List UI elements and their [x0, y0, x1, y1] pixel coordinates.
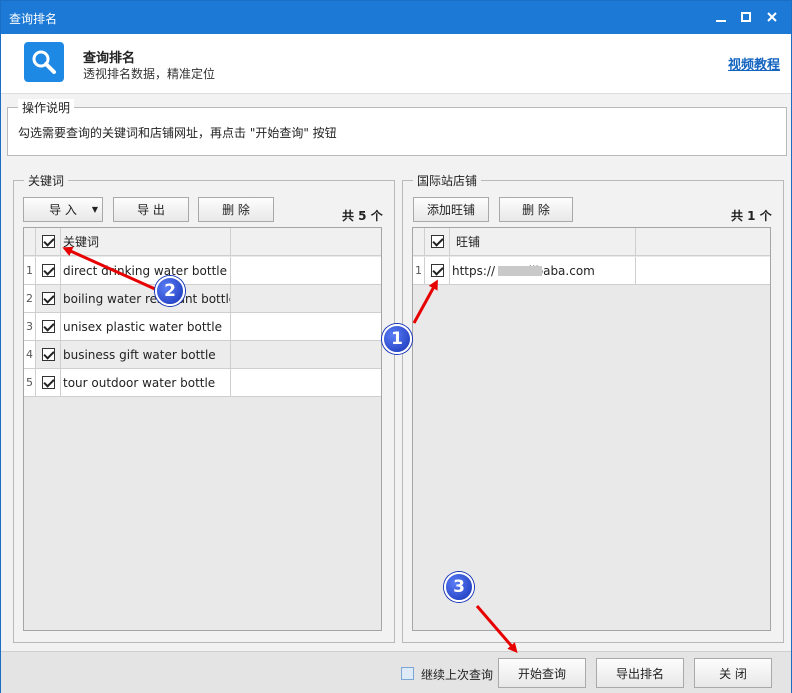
step-marker-3: 3 [444, 572, 474, 602]
row-checkbox[interactable] [425, 257, 450, 284]
export-keywords-button[interactable]: 导 出 [113, 197, 189, 222]
page-title: 查询排名 [83, 51, 136, 66]
redacted-mask [498, 266, 542, 276]
row-checkbox[interactable] [36, 369, 61, 396]
add-store-button[interactable]: 添加旺铺 [413, 197, 489, 222]
store-url-cell: https:// .en.alibaba.com [450, 257, 636, 284]
instructions-legend: 操作说明 [18, 99, 75, 116]
chevron-down-icon: ▼ [91, 205, 98, 214]
keywords-count: 共 5 个 [342, 209, 383, 223]
import-dropdown-button[interactable]: 导 入 ▼ [23, 197, 103, 222]
instructions-box: 操作说明 勾选需要查询的关键词和店铺网址，再点击 "开始查询" 按钮 [7, 99, 787, 156]
keyword-cell: tour outdoor water bottle [61, 369, 231, 396]
keywords-table[interactable]: 关键词 1 direct drinking water bottle 2 boi… [23, 227, 382, 631]
stores-table[interactable]: 旺铺 1 https:// .en.alibaba.com [412, 227, 771, 631]
close-icon[interactable] [764, 9, 780, 25]
row-checkbox[interactable] [36, 313, 61, 340]
step-marker-2: 2 [155, 276, 185, 306]
delete-keywords-button[interactable]: 删 除 [198, 197, 274, 222]
stores-legend: 国际站店铺 [413, 172, 482, 189]
table-header: 关键词 [24, 228, 381, 256]
keyword-cell: direct drinking water bottle [61, 257, 231, 284]
keyword-cell: business gift water bottle [61, 341, 231, 368]
select-all-checkbox[interactable] [425, 228, 450, 255]
window-title: 查询排名 [9, 12, 58, 26]
page-subtitle: 透视排名数据，精准定位 [83, 67, 216, 81]
table-row[interactable]: 2 boiling water resistant bottle [24, 285, 381, 313]
import-label: 导 入 [49, 203, 77, 217]
table-header: 旺铺 [413, 228, 770, 256]
close-button[interactable]: 关 闭 [694, 658, 772, 688]
table-row[interactable]: 3 unisex plastic water bottle [24, 313, 381, 341]
keywords-legend: 关键词 [24, 172, 69, 189]
row-checkbox[interactable] [36, 257, 61, 284]
continue-last-query-checkbox[interactable] [401, 667, 414, 680]
row-checkbox[interactable] [36, 341, 61, 368]
step-marker-1: 1 [382, 324, 412, 354]
maximize-icon[interactable] [738, 9, 754, 25]
stores-count: 共 1 个 [731, 209, 772, 223]
table-row[interactable]: 5 tour outdoor water bottle [24, 369, 381, 397]
row-checkbox[interactable] [36, 285, 61, 312]
table-row[interactable]: 1 https:// .en.alibaba.com [413, 257, 770, 285]
search-icon [24, 42, 64, 82]
video-tutorial-link[interactable]: 视频教程 [728, 54, 780, 73]
instructions-text: 勾选需要查询的关键词和店铺网址，再点击 "开始查询" 按钮 [18, 126, 337, 140]
keywords-group: 关键词 导 入 ▼ 导 出 删 除 共 5 个 关键词 1 direct dri… [13, 172, 395, 643]
table-row[interactable]: 4 business gift water bottle [24, 341, 381, 369]
start-query-button[interactable]: 开始查询 [498, 658, 586, 688]
title-bar[interactable]: 查询排名 [1, 1, 791, 34]
minimize-icon[interactable] [713, 9, 729, 25]
footer-bar: 继续上次查询 开始查询 导出排名 关 闭 [1, 651, 791, 693]
column-header-store[interactable]: 旺铺 [450, 228, 636, 255]
table-row[interactable]: 1 direct drinking water bottle [24, 257, 381, 285]
continue-last-query-label[interactable]: 继续上次查询 [421, 666, 493, 683]
export-ranking-button[interactable]: 导出排名 [596, 658, 684, 688]
column-header-keyword[interactable]: 关键词 [61, 228, 231, 255]
keyword-cell: unisex plastic water bottle [61, 313, 231, 340]
delete-stores-button[interactable]: 删 除 [499, 197, 573, 222]
header: 查询排名 透视排名数据，精准定位 视频教程 [1, 34, 791, 94]
select-all-checkbox[interactable] [36, 228, 61, 255]
keyword-cell: boiling water resistant bottle [61, 285, 231, 312]
